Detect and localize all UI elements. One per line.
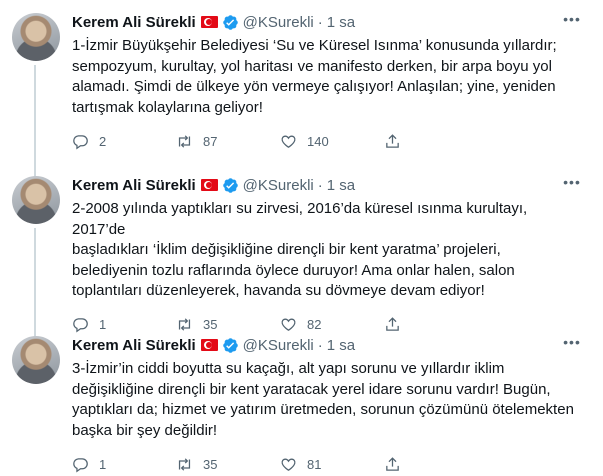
reply-button[interactable]: 2 [72, 133, 176, 150]
turkey-flag-icon [200, 16, 218, 28]
tweet-text: 2-2008 yılında yaptıkları su zirvesi, 20… [72, 200, 528, 299]
retweet-icon [178, 457, 191, 471]
share-button[interactable] [384, 133, 401, 150]
author-handle[interactable]: @KSurekli [243, 177, 314, 194]
tweet-content: Kerem Ali Sürekli @KSurekli · 1 sa ••• 2… [72, 175, 584, 335]
like-count: 81 [307, 456, 322, 472]
retweet-button[interactable]: 87 [176, 133, 280, 150]
more-icon[interactable]: ••• [560, 12, 584, 32]
more-icon[interactable]: ••• [560, 335, 584, 355]
thread-line [34, 65, 36, 177]
reply-count: 1 [99, 456, 107, 472]
like-count: 140 [307, 133, 329, 149]
separator-dot: · [317, 176, 323, 194]
verified-badge-icon [222, 177, 239, 194]
tweet-header: Kerem Ali Sürekli @KSurekli · 1 sa [72, 335, 584, 355]
share-icon [386, 133, 399, 148]
retweet-icon [178, 134, 191, 148]
verified-badge-icon [222, 14, 239, 31]
separator-dot: · [317, 13, 323, 31]
like-button[interactable]: 81 [280, 456, 384, 473]
avatar-column [12, 336, 60, 384]
tweet-time[interactable]: 1 sa [327, 337, 355, 354]
reply-icon [73, 457, 88, 472]
share-button[interactable] [384, 456, 401, 473]
author-name[interactable]: Kerem Ali Sürekli [72, 14, 196, 31]
tweet-time[interactable]: 1 sa [327, 14, 355, 31]
turkey-flag-icon [200, 179, 218, 191]
thread-line [34, 228, 36, 338]
avatar[interactable] [12, 13, 60, 61]
avatar[interactable] [12, 176, 60, 224]
author-handle[interactable]: @KSurekli [243, 337, 314, 354]
avatar-column [12, 176, 60, 338]
retweet-button[interactable]: 35 [176, 456, 280, 473]
share-icon [386, 456, 399, 471]
heart-icon [281, 135, 296, 148]
avatar[interactable] [12, 336, 60, 384]
tweet[interactable]: Kerem Ali Sürekli @KSurekli · 1 sa ••• 2… [0, 163, 594, 338]
tweet-header: Kerem Ali Sürekli @KSurekli · 1 sa [72, 12, 584, 32]
heart-icon [281, 458, 296, 471]
reply-button[interactable]: 1 [72, 456, 176, 473]
tweet-thread: Kerem Ali Sürekli @KSurekli · 1 sa ••• 1… [0, 0, 603, 476]
separator-dot: · [317, 336, 323, 354]
tweet-content: Kerem Ali Sürekli @KSurekli · 1 sa ••• 3… [72, 335, 584, 474]
tweet-header: Kerem Ali Sürekli @KSurekli · 1 sa [72, 175, 584, 195]
tweet-content: Kerem Ali Sürekli @KSurekli · 1 sa ••• 1… [72, 12, 584, 151]
reply-count: 2 [99, 133, 107, 149]
reply-icon [73, 134, 88, 149]
avatar-column [12, 13, 60, 177]
author-handle[interactable]: @KSurekli [243, 14, 314, 31]
author-name[interactable]: Kerem Ali Sürekli [72, 177, 196, 194]
tweet-time[interactable]: 1 sa [327, 177, 355, 194]
retweet-count: 35 [203, 456, 218, 472]
tweet-text: 1-İzmir Büyükşehir Belediyesi ‘Su ve Kür… [72, 37, 557, 116]
tweet[interactable]: Kerem Ali Sürekli @KSurekli · 1 sa ••• 1… [0, 0, 594, 177]
tweet-text: 3-İzmir’in ciddi boyutta su kaçağı, alt … [72, 360, 574, 439]
tweet[interactable]: Kerem Ali Sürekli @KSurekli · 1 sa ••• 3… [0, 323, 594, 476]
retweet-count: 87 [203, 133, 218, 149]
tweet-actions: 1 35 81 [72, 454, 584, 474]
turkey-flag-icon [200, 339, 218, 351]
like-button[interactable]: 140 [280, 133, 384, 150]
author-name[interactable]: Kerem Ali Sürekli [72, 337, 196, 354]
more-icon[interactable]: ••• [560, 175, 584, 195]
tweet-actions: 2 87 140 [72, 131, 584, 151]
verified-badge-icon [222, 337, 239, 354]
